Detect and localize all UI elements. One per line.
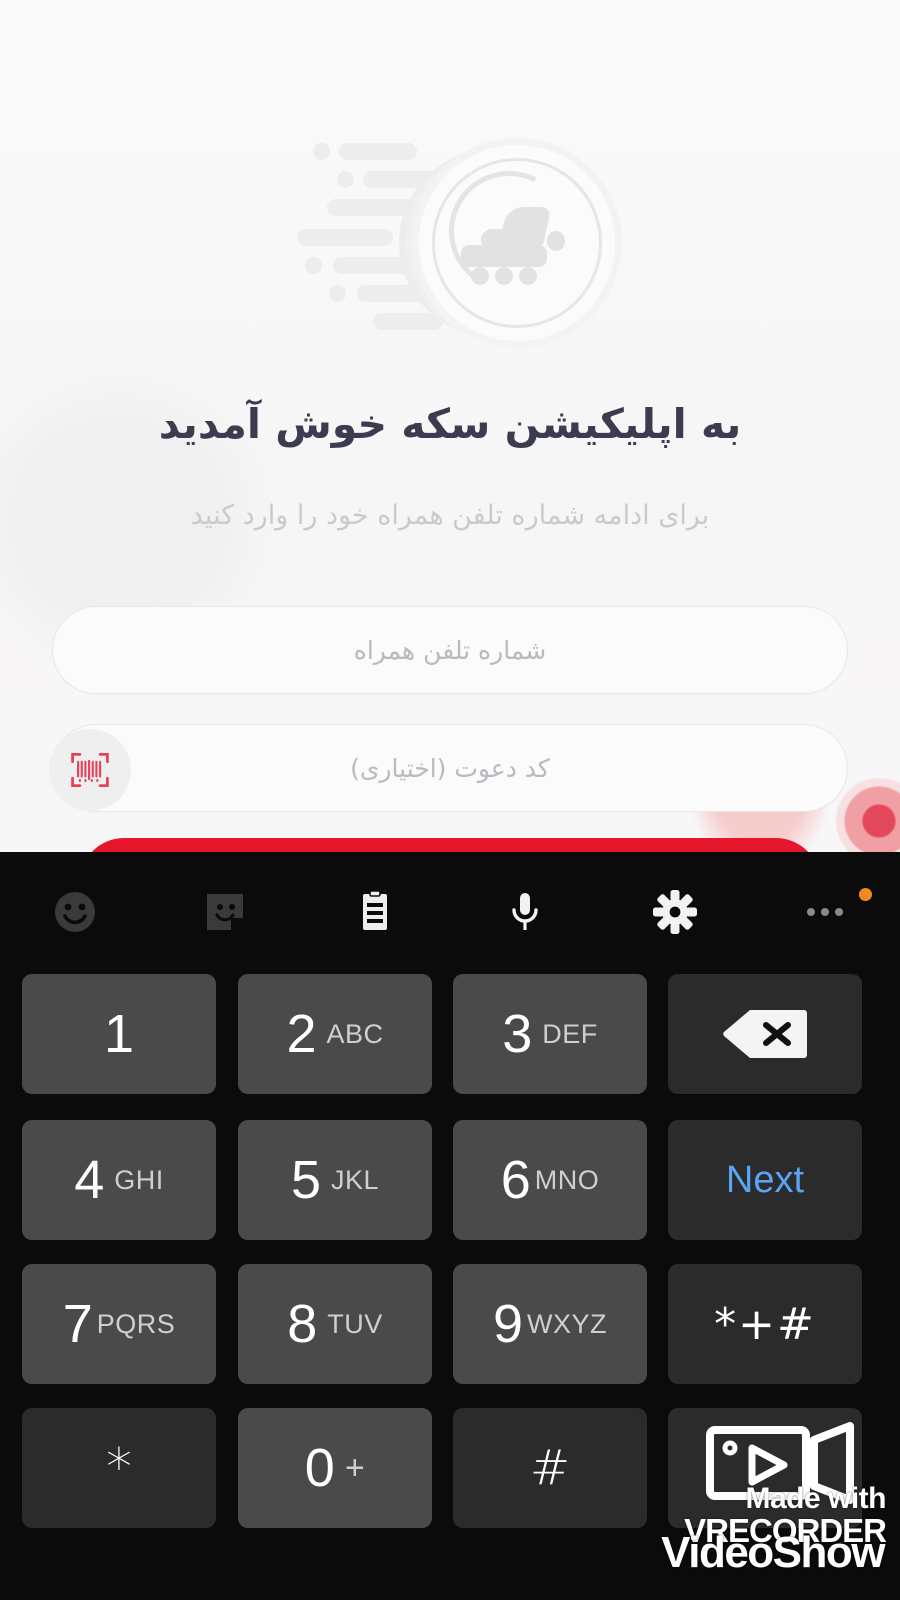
emoji-icon[interactable] — [0, 852, 150, 972]
keypad-row: 7 PQRS 8 TUV 9 WXYZ *+# — [0, 1260, 900, 1406]
clipboard-icon-glyph — [363, 890, 387, 930]
gear-icon[interactable] — [600, 852, 750, 972]
key-0[interactable]: 0 + — [238, 1408, 432, 1528]
microphone-icon-glyph — [512, 893, 538, 930]
sticker-icon-glyph — [207, 894, 243, 930]
keypad-row: 1 2 ABC 3 DEF — [0, 970, 900, 1116]
clipboard-icon[interactable] — [300, 852, 450, 972]
key-5[interactable]: 5 JKL — [238, 1120, 432, 1240]
key-symbols-label: *+# — [714, 1298, 816, 1350]
microphone-icon[interactable] — [450, 852, 600, 972]
more-icon[interactable] — [750, 852, 900, 972]
logo-coin — [419, 145, 615, 341]
key-hash-label: # — [529, 1440, 571, 1496]
sticker-icon[interactable] — [150, 852, 300, 972]
vrecorder-logo-icon — [706, 1422, 854, 1504]
key-digit: 4 — [74, 1150, 105, 1210]
key-digit: 5 — [290, 1150, 321, 1210]
keyboard-toolbar — [0, 852, 900, 972]
key-hash[interactable]: # — [453, 1408, 647, 1528]
key-digit: 7 — [62, 1294, 93, 1354]
key-symbols[interactable]: *+# — [668, 1264, 862, 1384]
key-backspace[interactable] — [668, 974, 862, 1094]
key-letters: TUV — [327, 1308, 383, 1339]
page-title: به اپلیکیشن سکه خوش آمدید — [158, 400, 742, 448]
key-3[interactable]: 3 DEF — [453, 974, 647, 1094]
more-badge-dot — [859, 888, 872, 901]
backspace-icon — [723, 1010, 807, 1058]
key-7[interactable]: 7 PQRS — [22, 1264, 216, 1384]
gear-icon-glyph — [653, 890, 697, 934]
scan-barcode-button[interactable] — [49, 729, 131, 811]
key-star-label: * — [106, 1438, 132, 1498]
key-6[interactable]: 6 MNO — [453, 1120, 647, 1240]
app-logo — [0, 130, 900, 360]
phone-number-placeholder: شماره تلفن همراه — [353, 635, 547, 665]
key-8[interactable]: 8 TUV — [238, 1264, 432, 1384]
key-letters: MNO — [534, 1164, 600, 1195]
logo-skate-icon — [461, 207, 573, 287]
more-icon-glyph — [807, 908, 843, 916]
key-digit: 0 — [304, 1438, 335, 1498]
key-star[interactable]: * — [22, 1408, 216, 1528]
key-9[interactable]: 9 WXYZ — [453, 1264, 647, 1384]
key-1[interactable]: 1 — [22, 974, 216, 1094]
key-letters: DEF — [542, 1018, 598, 1049]
key-letters: ABC — [326, 1018, 384, 1049]
key-next-label: Next — [725, 1158, 805, 1201]
key-next[interactable]: Next — [668, 1120, 862, 1240]
key-letters: + — [344, 1448, 366, 1487]
phone-number-input[interactable]: شماره تلفن همراه — [52, 606, 848, 694]
key-digit: 2 — [286, 1004, 317, 1064]
barcode-scan-icon — [71, 753, 109, 787]
key-digit: 3 — [502, 1004, 533, 1064]
page-subtitle: برای ادامه شماره تلفن همراه خود را وارد … — [190, 500, 710, 531]
key-digit: 8 — [287, 1294, 318, 1354]
key-letters: GHI — [114, 1164, 164, 1195]
invite-code-placeholder: کد دعوت (اختیاری) — [350, 753, 550, 783]
key-2[interactable]: 2 ABC — [238, 974, 432, 1094]
key-letters: JKL — [331, 1164, 380, 1195]
key-digit: 6 — [500, 1150, 531, 1210]
keypad-row: 4 GHI 5 JKL 6 MNO Next — [0, 1116, 900, 1262]
key-letters: PQRS — [96, 1308, 176, 1339]
key-digit: 1 — [103, 1004, 135, 1064]
key-4[interactable]: 4 GHI — [22, 1120, 216, 1240]
app-screen: به اپلیکیشن سکه خوش آمدید برای ادامه شما… — [0, 0, 900, 860]
emoji-icon-glyph — [55, 892, 95, 932]
invite-code-input[interactable]: کد دعوت (اختیاری) — [49, 724, 848, 812]
key-digit: 9 — [492, 1294, 524, 1354]
key-letters: WXYZ — [527, 1308, 608, 1339]
